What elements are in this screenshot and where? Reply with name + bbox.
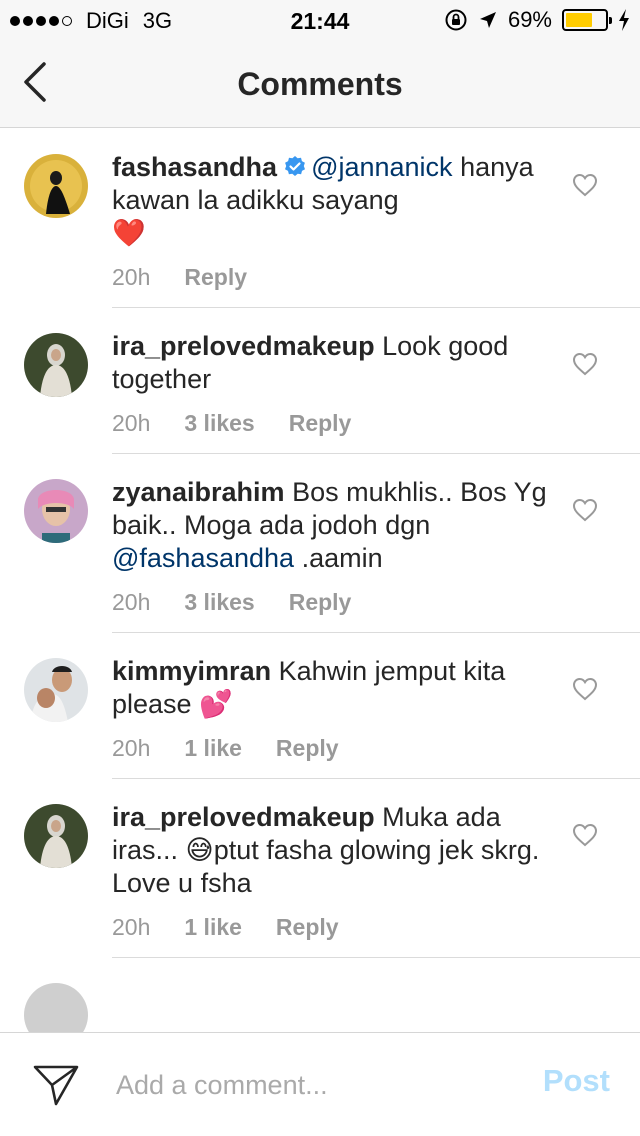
reply-button[interactable]: Reply — [276, 914, 339, 941]
verified-badge-icon — [285, 156, 306, 176]
status-right: 69% — [444, 7, 630, 33]
two-hearts-emoji: 💕 — [199, 689, 233, 719]
reply-button[interactable]: Reply — [289, 589, 352, 616]
comment-username[interactable]: ira_prelovedmakeup — [112, 331, 375, 361]
comment-item: ira_prelovedmakeup Muka ada iras... 😅ptu… — [24, 779, 640, 958]
comment-meta: 20h 1 like Reply — [112, 735, 560, 762]
heart-outline-icon[interactable] — [572, 173, 598, 197]
comment-item: kimmyimran Kahwin jemput kita please 💕 2… — [24, 633, 640, 779]
comment-item: zyanaibrahim Bos mukhlis.. Bos Yg baik..… — [24, 454, 640, 633]
comment-item-partial — [24, 958, 640, 1032]
navigation-bar: Comments — [0, 40, 640, 128]
reply-button[interactable]: Reply — [289, 410, 352, 437]
charging-bolt-icon — [619, 9, 629, 31]
comment-username[interactable]: fashasandha — [112, 152, 277, 182]
comment-item: fashasandha @jannanick hanya kawan la ad… — [24, 129, 640, 308]
comment-body: fashasandha @jannanick hanya kawan la ad… — [112, 151, 560, 250]
comment-username[interactable]: ira_prelovedmakeup — [112, 802, 375, 832]
battery-percent: 69% — [507, 7, 552, 32]
comment-username[interactable]: zyanaibrahim — [112, 477, 285, 507]
comment-body: ira_prelovedmakeup Muka ada iras... 😅ptu… — [112, 801, 560, 900]
comment-meta: 20h 1 like Reply — [112, 914, 560, 941]
rotation-lock-icon — [445, 9, 467, 31]
comment-input[interactable] — [116, 1061, 516, 1109]
comment-meta: 20h 3 likes Reply — [112, 410, 560, 437]
avatar[interactable] — [24, 154, 88, 218]
comment-time: 20h — [112, 735, 151, 761]
heart-outline-icon[interactable] — [572, 677, 598, 701]
heart-outline-icon[interactable] — [572, 823, 598, 847]
comment-username[interactable]: kimmyimran — [112, 656, 271, 686]
post-button[interactable]: Post — [543, 1063, 610, 1099]
page-title: Comments — [237, 66, 403, 102]
heart-outline-icon[interactable] — [572, 498, 598, 522]
comment-time: 20h — [112, 914, 151, 940]
comment-time: 20h — [112, 410, 151, 436]
comment-body: zyanaibrahim Bos mukhlis.. Bos Yg baik..… — [112, 476, 560, 575]
comment-body: kimmyimran Kahwin jemput kita please 💕 — [112, 655, 560, 721]
comment-mention[interactable]: @fashasandha — [112, 543, 294, 573]
avatar[interactable] — [24, 658, 88, 722]
likes-count[interactable]: 1 like — [184, 735, 242, 762]
likes-count[interactable]: 3 likes — [184, 589, 254, 616]
status-bar: DiGi 3G 21:44 69% — [0, 0, 640, 40]
comment-meta: 20h 3 likes Reply — [112, 589, 560, 616]
comment-time: 20h — [112, 589, 151, 615]
avatar[interactable] — [24, 479, 88, 543]
paper-plane-icon[interactable] — [32, 1063, 80, 1107]
battery-icon — [562, 9, 612, 31]
comment-text-after: .aamin — [301, 543, 383, 573]
reply-button[interactable]: Reply — [276, 735, 339, 762]
comments-list[interactable]: fashasandha @jannanick hanya kawan la ad… — [0, 129, 640, 1032]
comment-item: ira_prelovedmakeup Look good together 20… — [24, 308, 640, 454]
sweat-smile-emoji: 😅 — [185, 835, 214, 865]
avatar[interactable] — [24, 983, 88, 1032]
likes-count[interactable]: 1 like — [184, 914, 242, 941]
reply-button[interactable]: Reply — [184, 264, 247, 291]
comment-mention[interactable]: @jannanick — [311, 152, 453, 182]
avatar[interactable] — [24, 333, 88, 397]
comment-body: ira_prelovedmakeup Look good together — [112, 330, 560, 396]
comment-composer: Post — [0, 1032, 640, 1136]
avatar[interactable] — [24, 804, 88, 868]
location-arrow-icon — [479, 12, 496, 28]
comment-meta: 20h Reply — [112, 264, 560, 291]
likes-count[interactable]: 3 likes — [184, 410, 254, 437]
heart-emoji: ❤️ — [112, 218, 146, 248]
comment-time: 20h — [112, 264, 151, 290]
heart-outline-icon[interactable] — [572, 352, 598, 376]
